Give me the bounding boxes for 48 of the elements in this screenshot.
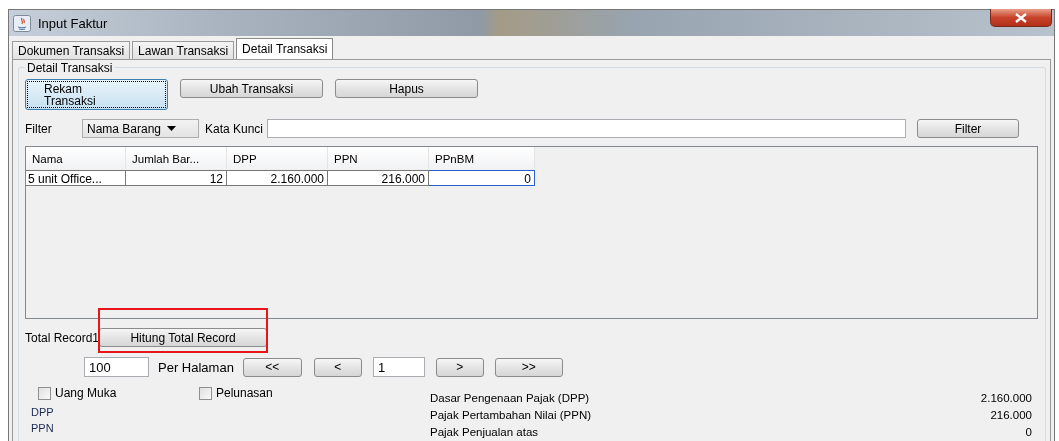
total-record-label: Total Record1: [25, 330, 100, 345]
tab[interactable]: Lawan Transaksi: [132, 41, 235, 59]
summary-label: Pajak Pertambahan Nilai (PPN): [430, 408, 592, 423]
nav-button[interactable]: >>: [494, 357, 563, 377]
keyword-label: Kata Kunci: [205, 121, 264, 136]
action-button[interactable]: Hapus: [335, 79, 478, 98]
amount-label: PPN: [31, 421, 55, 436]
column-header[interactable]: PPnBM: [429, 147, 535, 169]
action-button[interactable]: Ubah Transaksi: [180, 79, 323, 98]
amount-label: DPP: [31, 405, 55, 420]
table-cell: 0: [429, 170, 535, 186]
nav-button[interactable]: >: [435, 357, 484, 377]
filter-button[interactable]: Filter: [917, 119, 1020, 138]
nav-button[interactable]: <<: [242, 357, 302, 377]
table-cell: 216.000: [328, 170, 429, 186]
table-cell: 12: [126, 170, 227, 186]
tab[interactable]: Detail Transaksi: [236, 38, 334, 59]
summary-value: 0: [1025, 425, 1032, 440]
column-header[interactable]: Jumlah Bar...: [126, 147, 227, 169]
record-button[interactable]: Rekam Transaksi: [25, 79, 168, 110]
count-total-button[interactable]: Hitung Total Record: [99, 328, 268, 347]
checkbox[interactable]: [38, 386, 51, 400]
table-cell: 5 unit Office...: [26, 170, 126, 186]
page-size-field[interactable]: 100: [84, 357, 149, 377]
column-header[interactable]: Nama: [26, 147, 126, 169]
app-icon: [13, 14, 31, 32]
checkbox[interactable]: [199, 386, 212, 400]
window-title: Input Faktur: [38, 15, 108, 31]
filter-dropdown[interactable]: Nama Barang: [82, 119, 199, 138]
column-header[interactable]: DPP: [227, 147, 328, 169]
filter-label: Filter: [25, 121, 53, 136]
group-title: Detail Transaksi: [25, 61, 115, 75]
tab[interactable]: Dokumen Transaksi: [12, 41, 131, 59]
close-button[interactable]: [990, 9, 1052, 27]
keyword-field[interactable]: [267, 119, 907, 138]
caret-icon: [167, 126, 177, 131]
nav-button[interactable]: <: [313, 357, 362, 377]
summary-value: 216.000: [990, 408, 1032, 423]
per-page-label: Per Halaman: [158, 359, 234, 375]
summary-label: Pajak Penjualan atas: [430, 425, 539, 440]
checkbox-label: Pelunasan: [216, 386, 273, 400]
summary-value: 2.160.000: [980, 391, 1032, 406]
checkbox-label: Uang Muka: [55, 386, 117, 400]
summary-label: Dasar Pengenaan Pajak (DPP): [430, 391, 590, 406]
close-icon: [1014, 12, 1028, 23]
column-header[interactable]: PPN: [328, 147, 429, 169]
table-cell: 2.160.000: [227, 170, 328, 186]
page-field[interactable]: 1: [372, 357, 425, 377]
